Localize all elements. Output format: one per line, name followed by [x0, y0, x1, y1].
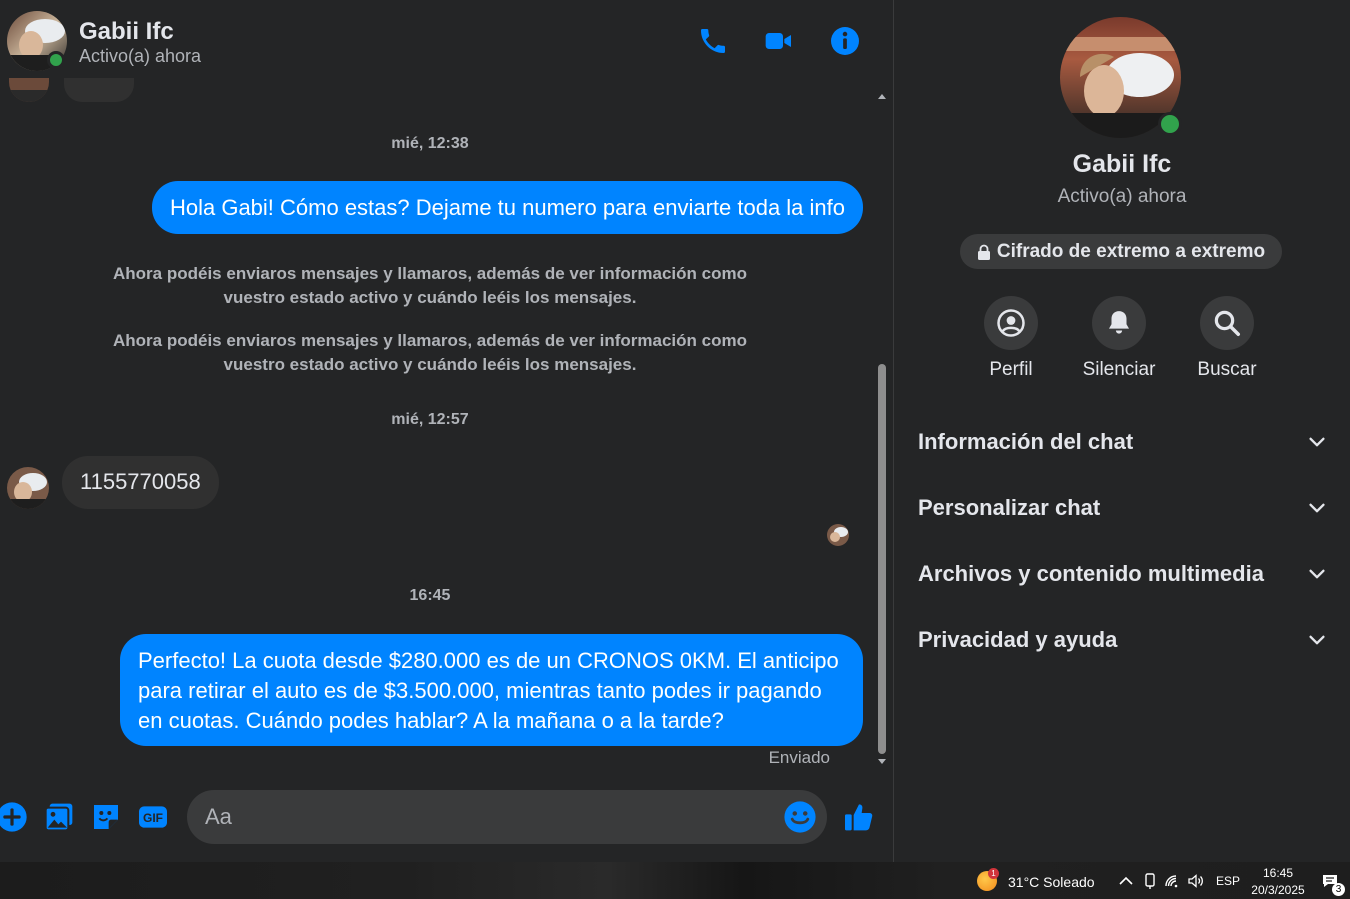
message-input-container[interactable] — [187, 790, 827, 844]
weather-badge: 1 — [988, 868, 999, 879]
messenger-window: Gabii Ifc Activo(a) ahora mié, 12:38 Hol… — [0, 0, 1350, 862]
incoming-message[interactable]: 1155770058 — [62, 456, 219, 509]
profile-action[interactable]: Perfil — [956, 296, 1066, 381]
section-label: Información del chat — [918, 429, 1134, 454]
mute-action[interactable]: Silenciar — [1064, 296, 1174, 381]
section-label: Archivos y contenido multimedia — [918, 561, 1264, 586]
plus-icon[interactable] — [0, 800, 29, 834]
encryption-label: Cifrado de extremo a extremo — [996, 240, 1266, 262]
system-notice: Ahora podéis enviaros mensajes y llamaro… — [113, 264, 747, 307]
gif-icon[interactable]: GIF — [136, 800, 170, 834]
clock-date[interactable]: 20/3/2025 — [1248, 883, 1308, 897]
encryption-badge[interactable]: Cifrado de extremo a extremo — [960, 234, 1282, 269]
message-input[interactable] — [205, 790, 785, 844]
volume-icon[interactable] — [1187, 872, 1205, 890]
message-composer: GIF — [0, 776, 893, 862]
clock-time[interactable]: 16:45 — [1248, 866, 1308, 880]
section-chat-info[interactable]: Información del chat — [918, 422, 1328, 462]
scroll-up-arrow[interactable] — [878, 94, 886, 99]
chevron-down-icon — [1309, 437, 1325, 447]
search-label: Buscar — [1197, 359, 1257, 380]
seen-avatar — [827, 524, 849, 546]
phone-icon[interactable] — [696, 24, 730, 58]
system-notice: Ahora podéis enviaros mensajes y llamaro… — [113, 331, 747, 374]
sticker-icon[interactable] — [89, 800, 123, 834]
bell-icon[interactable] — [1092, 296, 1146, 350]
search-icon[interactable] — [1200, 296, 1254, 350]
section-media-files[interactable]: Archivos y contenido multimedia — [918, 554, 1328, 594]
weather-text[interactable]: 31°C Soleado — [1008, 874, 1095, 890]
video-camera-icon[interactable] — [762, 24, 796, 58]
profile-icon[interactable] — [984, 296, 1038, 350]
chevron-up-icon[interactable] — [1117, 872, 1135, 890]
wifi-icon[interactable] — [1164, 872, 1182, 890]
lock-icon — [977, 244, 990, 260]
section-label: Privacidad y ayuda — [918, 627, 1118, 652]
search-action[interactable]: Buscar — [1172, 296, 1282, 381]
language-indicator[interactable]: ESP — [1213, 874, 1243, 888]
section-customize-chat[interactable]: Personalizar chat — [918, 488, 1328, 528]
conversation-details-panel: Gabii Ifc Activo(a) ahora Cifrado de ext… — [894, 0, 1350, 862]
chat-header: Gabii Ifc Activo(a) ahora — [0, 0, 893, 88]
notification-count-badge: 3 — [1332, 883, 1345, 896]
scroll-down-arrow[interactable] — [878, 759, 886, 764]
svg-text:GIF: GIF — [143, 811, 163, 825]
chat-scrollbar[interactable] — [875, 88, 889, 773]
windows-taskbar: 1 31°C Soleado ESP 16:45 20/3/2025 — [0, 862, 1350, 899]
timestamp: mié, 12:57 — [391, 411, 469, 428]
image-icon[interactable] — [42, 800, 76, 834]
message-status: Enviado — [768, 748, 830, 767]
outgoing-message[interactable]: Hola Gabi! Cómo estas? Dejame tu numero … — [151, 181, 863, 234]
device-icon[interactable] — [1141, 872, 1159, 890]
chat-column: Gabii Ifc Activo(a) ahora mié, 12:38 Hol… — [0, 0, 893, 862]
contact-avatar-small[interactable] — [7, 467, 49, 509]
chevron-down-icon — [1309, 635, 1325, 645]
outgoing-message[interactable]: Perfecto! La cuota desde $280.000 es de … — [120, 634, 863, 746]
section-label: Personalizar chat — [918, 495, 1101, 520]
mute-label: Silenciar — [1082, 359, 1156, 380]
like-icon[interactable] — [842, 800, 876, 834]
panel-contact-status: Activo(a) ahora — [1057, 186, 1187, 207]
scroll-thumb[interactable] — [878, 364, 886, 754]
timestamp: mié, 12:38 — [391, 135, 469, 152]
panel-online-indicator — [1158, 112, 1182, 136]
message-list[interactable]: mié, 12:38 Hola Gabi! Cómo estas? Dejame… — [0, 88, 875, 776]
chevron-down-icon — [1309, 569, 1325, 579]
timestamp: 16:45 — [409, 587, 451, 604]
info-icon[interactable] — [828, 24, 862, 58]
contact-status: Activo(a) ahora — [79, 46, 202, 66]
chevron-down-icon — [1309, 503, 1325, 513]
emoji-icon[interactable] — [783, 800, 817, 834]
panel-contact-name: Gabii Ifc — [1072, 150, 1172, 178]
profile-label: Perfil — [989, 359, 1033, 380]
online-indicator — [47, 51, 65, 69]
contact-name[interactable]: Gabii Ifc — [79, 18, 174, 46]
section-privacy-help[interactable]: Privacidad y ayuda — [918, 620, 1328, 660]
